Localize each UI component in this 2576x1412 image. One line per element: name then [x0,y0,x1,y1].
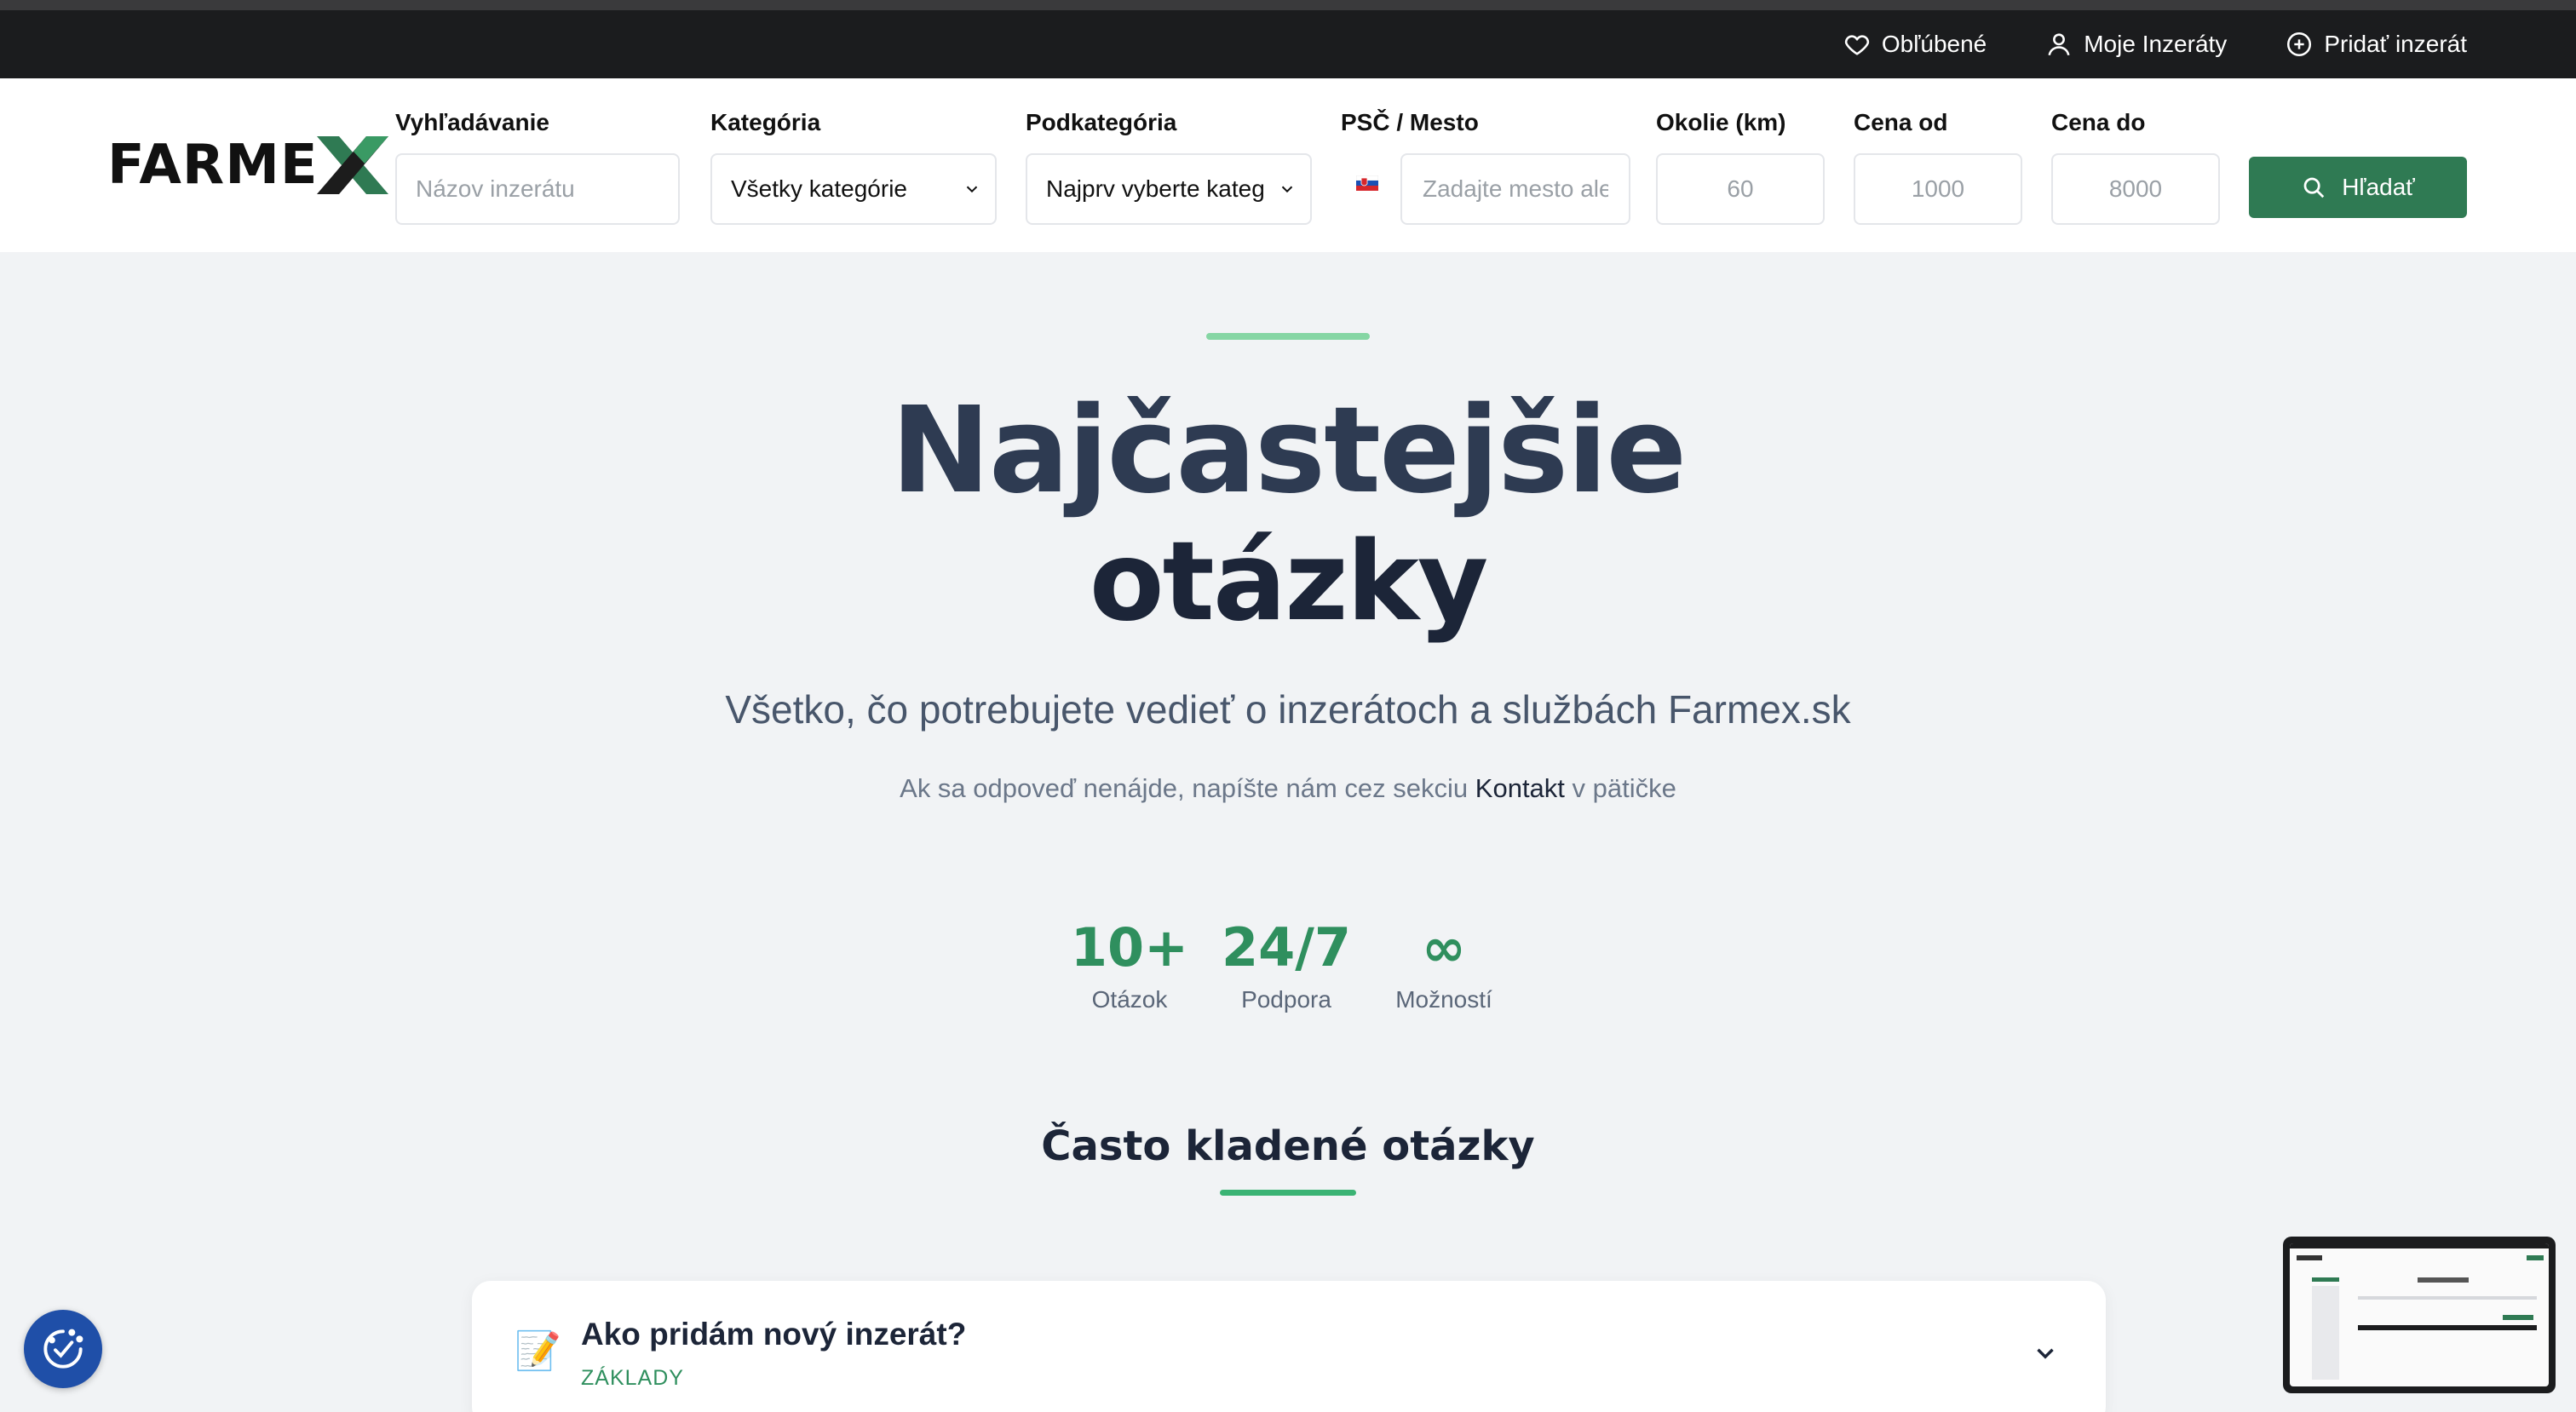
faq-category: ZÁKLADY [581,1366,684,1390]
note-text-before: Ak sa odpoveď nenájde, napíšte nám cez s… [900,773,1475,803]
thumb-topbar [2290,1243,2549,1248]
search-placeholder: Názov inzerátu [416,175,575,202]
logo-x-mark [316,136,388,194]
faq-question: Ako pridám nový inzerát? [581,1317,967,1352]
price-from-field: Cena od 1000 [1854,109,2022,225]
stat-value: 10+ [1070,916,1189,979]
favorites-link[interactable]: Obľúbené [1843,30,1987,59]
category-label: Kategória [710,109,821,135]
subcategory-value: Najprv vyberte kateg [1046,175,1264,202]
stat-support: 24/7 Podpora [1218,918,1354,1013]
search-header: FARME Vyhľadávanie Názov inzerátu Kategó… [0,78,2576,252]
chevron-down-icon[interactable] [2031,1339,2060,1368]
category-select[interactable]: Všetky kategórie [710,153,997,225]
thumb-sidebar-active [2312,1277,2339,1282]
thumb-save [2503,1315,2533,1320]
thumb-button [2527,1255,2544,1260]
contact-note: Ak sa odpoveď nenájde, napíšte nám cez s… [0,773,2576,804]
search-input[interactable]: Názov inzerátu [395,153,680,225]
logo-text: FARME [107,134,319,197]
thumb-sidebar [2312,1286,2339,1380]
chevron-down-icon [966,186,978,193]
cookie-check-icon [43,1329,83,1369]
hero-accent-line [1206,333,1370,340]
price-from-input[interactable]: 1000 [1854,153,2022,225]
stat-options: ∞ Možností [1383,918,1504,1013]
farmex-logo[interactable]: FARME [107,131,392,199]
faq-heading: Často kladené otázky [1041,1122,1535,1170]
price-from-label: Cena od [1854,109,1948,135]
top-navigation: Obľúbené Moje Inzeráty Pridať inzerát [0,10,2576,78]
category-value: Všetky kategórie [731,175,907,202]
stat-questions: 10+ Otázok [1070,918,1189,1013]
user-icon [2048,33,2070,56]
cookie-settings-button[interactable] [24,1310,102,1388]
thumb-logo [2297,1255,2322,1260]
stat-label: Otázok [1091,986,1168,1013]
chevron-down-icon [1281,186,1293,193]
my-ads-label: Moje Inzeráty [2084,31,2228,57]
subcategory-label: Podkategória [1026,109,1177,135]
stat-value: ∞ [1422,916,1466,979]
location-field: PSČ / Mesto Zadajte mesto ale [1341,109,1630,225]
radius-placeholder: 60 [1727,175,1754,202]
plus-circle-icon [2287,32,2312,57]
heart-icon [1844,35,1869,55]
location-input[interactable]: Zadajte mesto ale [1400,153,1630,225]
price-to-placeholder: 8000 [2108,175,2163,202]
subcategory-select[interactable]: Najprv vyberte kateg [1026,153,1312,225]
search-field: Vyhľadávanie Názov inzerátu [395,109,680,225]
radius-label: Okolie (km) [1656,109,1786,135]
subcategory-field: Podkategória Najprv vyberte kateg [1026,109,1312,225]
faq-heading-underline [1220,1190,1356,1196]
window-top-strip [0,0,2576,10]
radius-field: Okolie (km) 60 [1656,109,1825,225]
stat-label: Možností [1395,986,1492,1013]
price-to-label: Cena do [2051,109,2146,135]
location-placeholder: Zadajte mesto ale [1423,175,1608,202]
location-label: PSČ / Mesto [1341,109,1479,135]
faq-item[interactable]: 📝 Ako pridám nový inzerát? ZÁKLADY [472,1281,2106,1412]
note-text-after: v pätičke [1564,773,1676,803]
hero-title-line2: otázky [1089,519,1489,646]
favorites-label: Obľúbené [1881,31,1987,57]
thumb-line [2358,1296,2537,1300]
preview-thumbnail[interactable] [2283,1237,2556,1393]
add-ad-link[interactable]: Pridať inzerát [2285,30,2467,59]
price-to-field: Cena do 8000 [2051,109,2220,225]
contact-link[interactable]: Kontakt [1475,773,1565,803]
hero-subtitle: Všetko, čo potrebujete vedieť o inzeráto… [725,687,1851,732]
thumb-table-header [2358,1325,2537,1330]
add-ad-label: Pridať inzerát [2324,31,2467,57]
stat-label: Podpora [1241,986,1331,1013]
price-to-input[interactable]: 8000 [2051,153,2220,225]
search-button[interactable]: Hľadať [2249,157,2467,218]
price-from-placeholder: 1000 [1911,175,1965,202]
search-button-label: Hľadať [2342,174,2415,200]
thumbnail-content [2290,1243,2549,1386]
memo-icon: 📝 [515,1330,561,1372]
hero-title-line1: Najčastejšie [890,382,1688,520]
radius-input[interactable]: 60 [1656,153,1825,225]
search-label: Vyhľadávanie [395,109,549,135]
stat-value: 24/7 [1221,916,1352,979]
search-icon [2303,177,2325,198]
slovakia-flag-icon [1356,175,1378,191]
thumb-title [2418,1277,2469,1283]
my-ads-link[interactable]: Moje Inzeráty [2044,30,2227,59]
category-field: Kategória Všetky kategórie [710,109,997,225]
